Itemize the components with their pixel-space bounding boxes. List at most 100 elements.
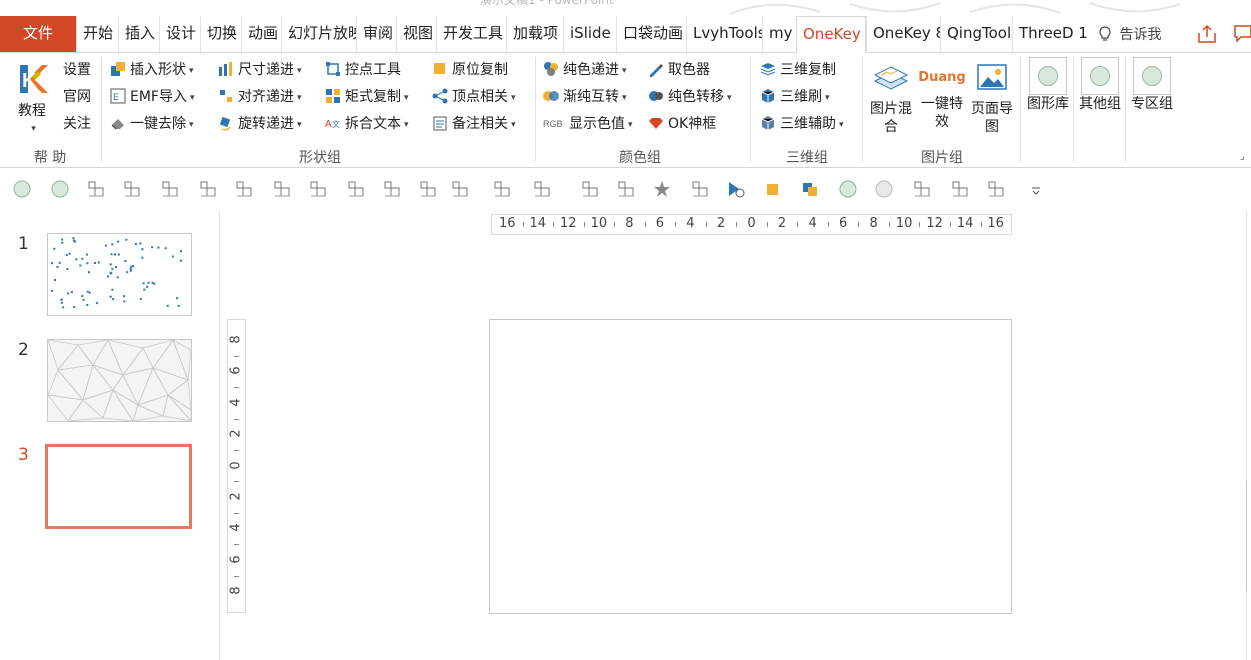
one-click-remove-button[interactable]: 一键去除 ▾: [110, 113, 194, 135]
align-bottom-icon[interactable]: [272, 179, 292, 199]
align-top-icon[interactable]: [234, 179, 254, 199]
slide-thumbnail-1[interactable]: [47, 233, 192, 316]
3d-assist-button[interactable]: 三维辅助 ▾: [760, 113, 844, 135]
flip-icon[interactable]: [450, 179, 470, 199]
other-group-button[interactable]: 其他组: [1078, 57, 1122, 113]
slide-thumbnail-3[interactable]: [45, 444, 192, 529]
in-place-copy-button[interactable]: 原位复制: [432, 59, 508, 81]
bring-forward-icon[interactable]: [764, 179, 784, 199]
align-middle-icon[interactable]: [308, 179, 328, 199]
selection-pane-icon[interactable]: [690, 179, 710, 199]
circle-gray-icon[interactable]: [874, 179, 894, 199]
insert-shape-button[interactable]: 插入形状 ▾: [110, 59, 194, 81]
format-painter-icon[interactable]: [580, 179, 600, 199]
size-progression-button[interactable]: 尺寸递进 ▾: [218, 59, 302, 81]
handle-tool-button[interactable]: 控点工具: [325, 59, 401, 81]
split-merge-text-button[interactable]: A 文拆合文本 ▾: [325, 113, 409, 135]
one-click-effect-button[interactable]: Duang 一键特效: [918, 61, 966, 131]
paint-bucket-icon[interactable]: [986, 179, 1006, 199]
tab-3[interactable]: 设计: [159, 16, 200, 52]
align-right-icon[interactable]: [198, 179, 218, 199]
insert-image-icon[interactable]: [616, 179, 636, 199]
emf-import-button[interactable]: E EMF导入 ▾: [110, 86, 195, 108]
tab-8[interactable]: 视图: [396, 16, 436, 52]
tab-12[interactable]: 口袋动画: [616, 16, 686, 52]
distribute-vertical-icon[interactable]: [418, 179, 438, 199]
eyedropper-icon: [650, 64, 663, 77]
ruler-tick: [736, 222, 738, 227]
rotate-icon: [219, 116, 231, 131]
tab-11[interactable]: iSlide: [563, 16, 616, 52]
fill-circle-icon[interactable]: [12, 179, 32, 199]
distribute-horizontal-icon[interactable]: [382, 179, 402, 199]
crop-icon[interactable]: [912, 179, 932, 199]
edit-shape-icon[interactable]: [532, 179, 552, 199]
animation-icon[interactable]: [726, 179, 746, 199]
tab-5[interactable]: 动画: [241, 16, 281, 52]
ruler-tick-label: 6: [655, 216, 665, 231]
align-left-icon[interactable]: [160, 179, 180, 199]
tab-9[interactable]: 开发工具: [436, 16, 506, 52]
settings-button[interactable]: 设置: [63, 59, 91, 81]
notes-icon: [433, 116, 447, 131]
onekey-logo-icon: K: [16, 63, 48, 95]
follow-button[interactable]: 关注: [63, 113, 91, 135]
gradient-solid-button[interactable]: 渐纯互转 ▾: [543, 86, 627, 108]
ruler-tick: [919, 222, 921, 227]
tab-7[interactable]: 审阅: [356, 16, 396, 52]
align-progression-button[interactable]: 对齐递进 ▾: [218, 86, 302, 108]
slide-thumbnail-2[interactable]: [47, 339, 192, 422]
outline-circle-icon[interactable]: [50, 179, 70, 199]
tab-18[interactable]: ThreeD 1: [1012, 16, 1087, 52]
3d-brush-button[interactable]: 三维刷 ▾: [760, 86, 830, 108]
show-color-value-button[interactable]: RGB 显示色值 ▾: [543, 113, 633, 135]
matrix-copy-button[interactable]: 矩式复制 ▾: [325, 86, 409, 108]
color-picker-button[interactable]: 取色器: [648, 59, 710, 81]
group-divider: [101, 57, 102, 161]
tab-14[interactable]: my: [762, 16, 796, 52]
ruler-tick-label: 6: [228, 555, 244, 564]
ok-frame-button[interactable]: OK神框: [648, 113, 716, 135]
comment-icon[interactable]: [1233, 24, 1251, 44]
image-blend-button[interactable]: 图片混合: [866, 61, 916, 136]
ribbon-onekey: K 教程 ▾ 设置 官网 关注 帮 助 插入形状 ▾ E EMF导入 ▾ 一键去除 ▾ …: [0, 53, 1251, 168]
3d-copy-button[interactable]: 三维复制: [760, 59, 836, 81]
more-icon[interactable]: [1026, 179, 1046, 199]
tab-2[interactable]: 插入: [118, 16, 159, 52]
slide-canvas[interactable]: [489, 319, 1012, 614]
tab-1[interactable]: 开始: [76, 16, 118, 52]
ribbon-expand-icon[interactable]: ⌟: [1240, 151, 1245, 162]
slide-number-2: 2: [18, 340, 29, 360]
share-icon[interactable]: [1196, 24, 1218, 44]
star-icon[interactable]: [652, 179, 672, 199]
shape-library-button[interactable]: 图形库: [1026, 57, 1070, 113]
tab-17[interactable]: QingTools: [940, 16, 1012, 52]
merge-shapes-icon[interactable]: [492, 179, 512, 199]
tab-10[interactable]: 加载项: [506, 16, 563, 52]
tab-6[interactable]: 幻灯片放映: [281, 16, 356, 52]
page-export-button[interactable]: 页面导图: [968, 61, 1016, 136]
tutorial-button[interactable]: K 教程 ▾: [12, 61, 52, 138]
eyedropper-icon[interactable]: [950, 179, 970, 199]
emf-icon: E: [110, 88, 126, 104]
ungroup-icon[interactable]: [122, 179, 142, 199]
tab-15[interactable]: OneKey 8: [796, 16, 866, 53]
group-icon[interactable]: [86, 179, 106, 199]
send-backward-icon[interactable]: [800, 179, 820, 199]
tell-me-search[interactable]: 告诉我: [1098, 24, 1161, 44]
vertical-scrollbar[interactable]: [1246, 211, 1251, 660]
website-button[interactable]: 官网: [63, 86, 91, 108]
align-center-icon[interactable]: [346, 179, 366, 199]
vertex-button[interactable]: 顶点相关 ▾: [432, 86, 516, 108]
tab-16[interactable]: OneKey 8: [866, 16, 940, 52]
circle-fill-icon[interactable]: [838, 179, 858, 199]
rotate-progression-button[interactable]: 旋转递进 ▾: [218, 113, 302, 135]
notes-button[interactable]: 备注相关 ▾: [432, 113, 516, 135]
ruler-tick: [234, 481, 239, 483]
tab-0[interactable]: 文件: [0, 16, 76, 52]
tab-4[interactable]: 切换: [200, 16, 241, 52]
solid-progression-button[interactable]: 纯色递进 ▾: [543, 59, 627, 81]
special-zone-button[interactable]: 专区组: [1130, 57, 1174, 113]
tab-13[interactable]: LvyhTools: [686, 16, 762, 52]
solid-transfer-button[interactable]: 纯色转移 ▾: [648, 86, 732, 108]
